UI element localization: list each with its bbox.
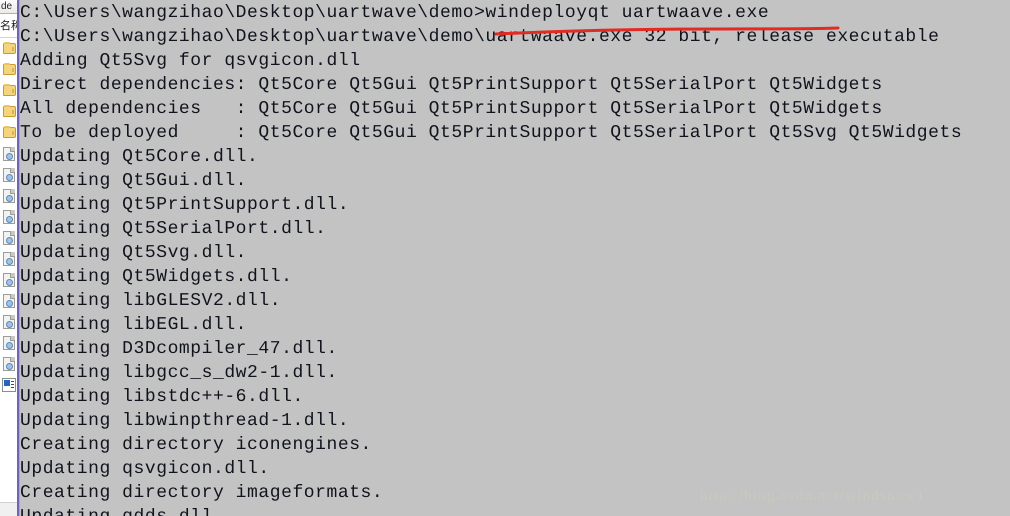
console-output-area[interactable]: C:\Users\wangzihao\Desktop\uartwave\demo… [20,0,1010,516]
explorer-list-item[interactable] [0,81,17,102]
folder-icon [3,63,16,75]
console-line: Updating Qt5SerialPort.dll. [20,219,327,239]
explorer-list-item[interactable] [0,207,17,228]
explorer-window-sliver[interactable]: de 名称 [0,0,17,516]
console-line: Updating libgcc_s_dw2-1.dll. [20,363,338,383]
folder-icon [3,84,16,96]
folder-icon [3,126,16,138]
console-line: Creating directory imageformats. [20,483,384,503]
console-line: Updating Qt5Widgets.dll. [20,267,293,287]
console-line: C:\Users\wangzihao\Desktop\uartwave\demo… [20,27,940,47]
console-window-screenshot: de 名称 C:\Users\wangzihao\Desktop\uartwav… [0,0,1010,516]
console-line: All dependencies : Qt5Core Qt5Gui Qt5Pri… [20,99,883,119]
console-line: Updating Qt5PrintSupport.dll. [20,195,350,215]
exe-file-icon [2,378,16,392]
explorer-file-list[interactable] [0,39,17,396]
console-line: Updating qsvgicon.dll. [20,459,270,479]
explorer-list-item[interactable] [0,123,17,144]
console-line: C:\Users\wangzihao\Desktop\uartwave\demo… [20,3,770,23]
dll-file-icon [3,294,15,308]
console-line: To be deployed : Qt5Core Qt5Gui Qt5Print… [20,123,963,143]
dll-file-icon [3,273,15,287]
explorer-list-item[interactable] [0,312,17,333]
explorer-list-item[interactable] [0,39,17,60]
console-line: Updating Qt5Gui.dll. [20,171,248,191]
console-line: Updating qdds.dll. [20,505,224,516]
console-line: Updating libEGL.dll. [20,315,248,335]
explorer-list-item[interactable] [0,291,17,312]
dll-file-icon [3,315,15,329]
console-line: Updating libGLESV2.dll. [20,291,282,311]
console-line: Updating libstdc++-6.dll. [20,387,304,407]
folder-icon [3,42,16,54]
dll-file-icon [3,147,15,161]
console-window-left-border-inner [19,0,20,516]
watermark-text: http://blog.csdn.net/windsnow1 [700,488,926,504]
explorer-list-item[interactable] [0,333,17,354]
dll-file-icon [3,168,15,182]
folder-icon [3,105,16,117]
explorer-header-divider [0,37,17,38]
explorer-list-item[interactable] [0,354,17,375]
dll-file-icon [3,336,15,350]
explorer-list-item[interactable] [0,186,17,207]
explorer-list-item[interactable] [0,60,17,81]
dll-file-icon [3,189,15,203]
explorer-list-item[interactable] [0,270,17,291]
explorer-breadcrumb[interactable]: de [0,0,17,14]
dll-file-icon [3,231,15,245]
explorer-list-item[interactable] [0,228,17,249]
dll-file-icon [3,210,15,224]
explorer-column-header-name[interactable]: 名称 [0,16,17,36]
console-line: Creating directory iconengines. [20,435,372,455]
explorer-horizontal-scrollbar[interactable] [0,502,17,516]
console-line: Updating D3Dcompiler_47.dll. [20,339,338,359]
explorer-list-item[interactable] [0,144,17,165]
explorer-list-item[interactable] [0,165,17,186]
console-line: Updating Qt5Svg.dll. [20,243,248,263]
console-line: Updating Qt5Core.dll. [20,147,259,167]
explorer-list-item[interactable] [0,249,17,270]
console-line: Updating libwinpthread-1.dll. [20,411,350,431]
console-line: Adding Qt5Svg for qsvgicon.dll [20,51,361,71]
explorer-list-item[interactable] [0,375,17,396]
console-line: Direct dependencies: Qt5Core Qt5Gui Qt5P… [20,75,883,95]
dll-file-icon [3,252,15,266]
explorer-list-item[interactable] [0,102,17,123]
dll-file-icon [3,357,15,371]
